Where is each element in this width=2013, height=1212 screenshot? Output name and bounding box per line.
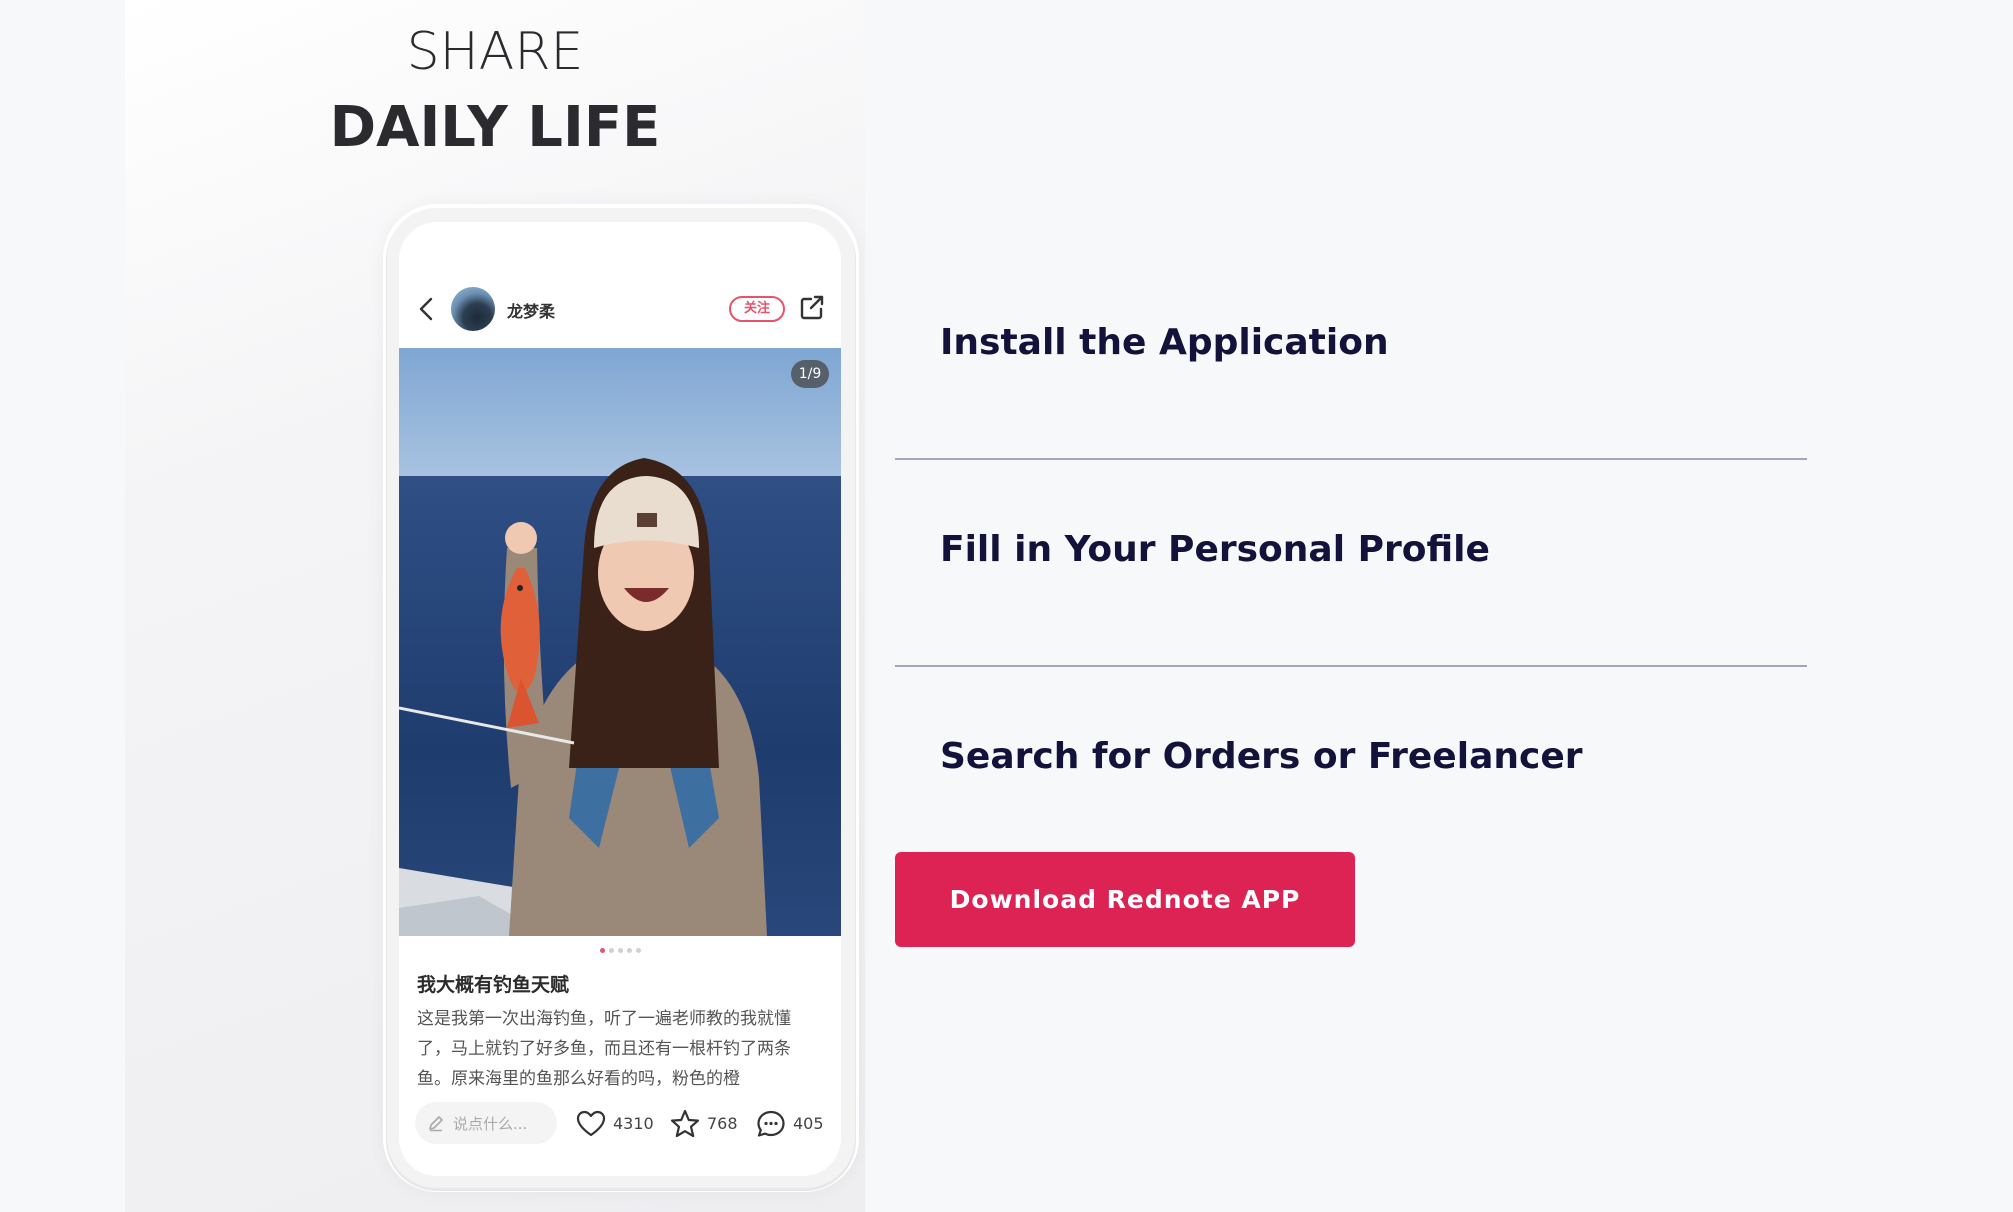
step-fill-profile: Fill in Your Personal Profile (940, 529, 1490, 570)
comment-count: 405 (793, 1114, 824, 1133)
carousel-dots (399, 948, 841, 953)
follow-button[interactable]: 关注 (729, 296, 785, 322)
carousel-dot[interactable] (635, 948, 641, 953)
comment-bubble-icon (757, 1110, 785, 1137)
post-topbar: 龙梦柔 关注 (399, 284, 841, 334)
comment-action[interactable]: 405 (755, 1108, 831, 1140)
carousel-dot-active[interactable] (599, 948, 605, 953)
carousel-dot[interactable] (617, 948, 623, 953)
post-body: 这是我第一次出海钓鱼，听了一遍老师教的我就懂了，马上就钓了好多鱼，而且还有一根杆… (417, 1009, 791, 1088)
step-install-application: Install the Application (940, 322, 1389, 363)
post-actionbar: 说点什么... 4310 768 405 (399, 1102, 841, 1146)
share-external-icon[interactable] (799, 294, 825, 322)
star-icon (670, 1109, 700, 1138)
avatar[interactable] (451, 287, 495, 331)
step-search-orders: Search for Orders or Freelancer (940, 736, 1583, 777)
headline-share: SHARE (406, 22, 584, 82)
post-title: 我大概有钓鱼天赋 (417, 974, 570, 996)
author-name[interactable]: 龙梦柔 (507, 298, 555, 322)
photo-counter: 1/9 (791, 360, 829, 388)
phone-screen: 龙梦柔 关注 1/9 我大概有钓鱼天赋 这是我第一次出海钓鱼，听了一遍老师教的我… (399, 222, 841, 1176)
favorite-count: 768 (707, 1114, 738, 1133)
fishing-photo-illustration (399, 348, 841, 936)
download-app-button[interactable]: Download Rednote APP (895, 852, 1355, 947)
step-divider (895, 665, 1807, 667)
comment-input[interactable]: 说点什么... (415, 1102, 557, 1144)
headline-daily-life: DAILY LIFE (329, 95, 661, 160)
favorite-action[interactable]: 768 (669, 1108, 739, 1140)
carousel-dot[interactable] (608, 948, 614, 953)
heart-icon (576, 1110, 606, 1137)
carousel-dot[interactable] (626, 948, 632, 953)
like-count: 4310 (613, 1114, 654, 1133)
post-photo[interactable]: 1/9 (399, 348, 841, 936)
app-showcase-panel: SHARE DAILY LIFE 龙梦柔 关注 1/9 我大概有钓鱼天赋 这是我… (125, 0, 865, 1212)
phone-mockup: 龙梦柔 关注 1/9 我大概有钓鱼天赋 这是我第一次出海钓鱼，听了一遍老师教的我… (387, 208, 855, 1188)
back-arrow-icon[interactable] (415, 295, 439, 323)
comment-placeholder: 说点什么... (453, 1115, 528, 1133)
pen-icon (429, 1116, 443, 1132)
like-action[interactable]: 4310 (575, 1108, 655, 1140)
step-divider (895, 458, 1807, 460)
